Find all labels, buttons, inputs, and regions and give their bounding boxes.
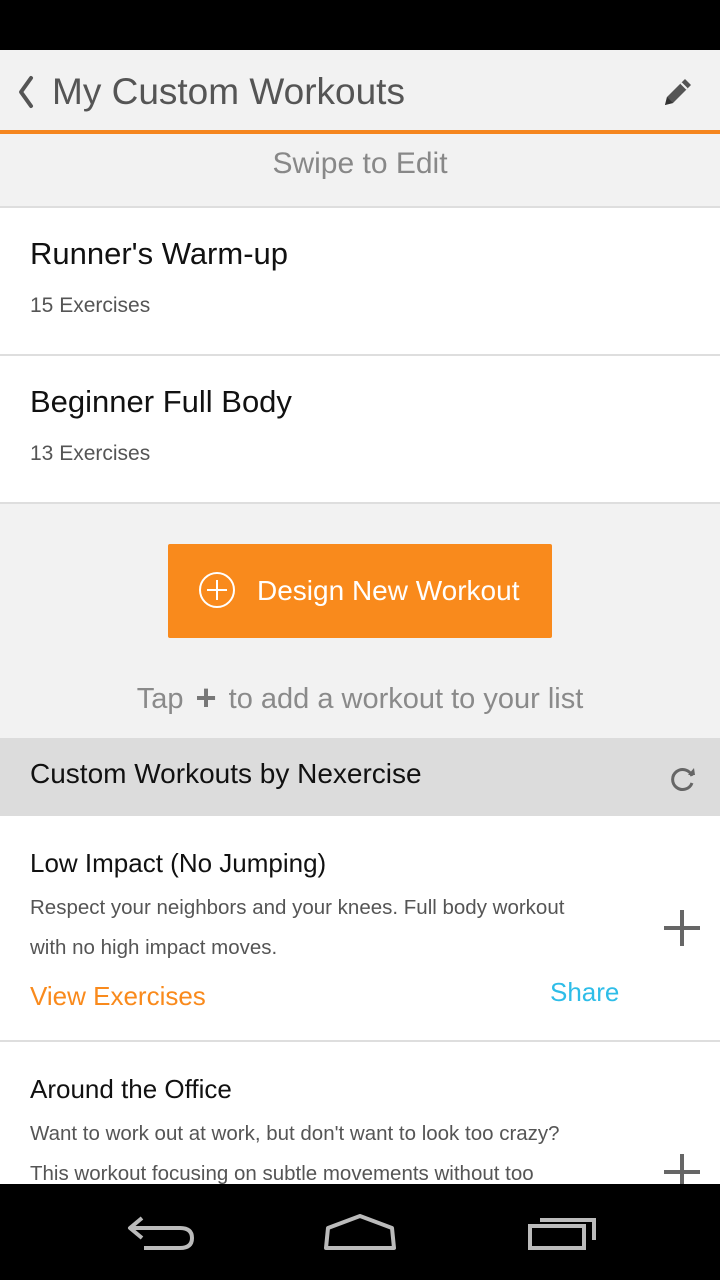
refresh-icon[interactable] (668, 764, 698, 794)
plus-circle-icon (199, 572, 235, 608)
workout-name: Runner's Warm-up (30, 236, 289, 271)
design-new-workout-button[interactable]: Design New Workout (168, 544, 552, 638)
workout-title: Low Impact (No Jumping) (30, 848, 327, 878)
navigation-bar (0, 1184, 720, 1280)
nav-recents-icon (528, 1218, 596, 1250)
workout-row[interactable]: Beginner Full Body 13 Exercises (0, 356, 720, 504)
tap-to-add-hint: Tap + to add a workout to your list (0, 678, 720, 719)
tap-hint-before: Tap (136, 683, 184, 715)
page-title: My Custom Workouts (52, 71, 405, 112)
nav-home-button[interactable] (320, 1204, 400, 1260)
status-bar (0, 0, 720, 50)
workout-title: Around the Office (30, 1074, 232, 1104)
workout-row[interactable]: Runner's Warm-up 15 Exercises (0, 208, 720, 356)
nav-recents-button[interactable] (522, 1204, 602, 1260)
workout-name: Beginner Full Body (30, 384, 292, 419)
app-bar: My Custom Workouts (0, 50, 720, 134)
section-header: Custom Workouts by Nexercise (0, 738, 720, 816)
workout-description-line: with no high impact moves. (30, 936, 278, 959)
plus-icon[interactable] (660, 1150, 704, 1184)
back-chevron-icon (19, 76, 33, 108)
design-new-workout-label: Design New Workout (257, 575, 520, 606)
nav-back-icon (128, 1216, 195, 1250)
pencil-icon (665, 79, 691, 105)
workout-exercise-count: 13 Exercises (30, 442, 151, 465)
plus-icon: + (195, 677, 217, 718)
nav-home-icon (324, 1214, 396, 1250)
workout-description-line: This workout focusing on subtle movement… (30, 1162, 534, 1184)
plus-icon[interactable] (660, 906, 704, 950)
tap-hint-after: to add a workout to your list (228, 683, 584, 715)
share-link[interactable]: Share (550, 977, 619, 1008)
section-title: Custom Workouts by Nexercise (30, 758, 422, 789)
workout-description-line: Want to work out at work, but don't want… (30, 1122, 560, 1145)
nexercise-workout-card: Around the Office Want to work out at wo… (0, 1042, 720, 1184)
nav-back-button[interactable] (120, 1204, 200, 1260)
nexercise-workout-card: Low Impact (No Jumping) Respect your nei… (0, 816, 720, 1042)
view-exercises-link[interactable]: View Exercises (30, 981, 206, 1012)
screen: My Custom Workouts Swipe to Edit Runner'… (0, 50, 720, 1184)
swipe-to-edit-hint: Swipe to Edit (0, 138, 720, 208)
workout-description-line: Respect your neighbors and your knees. F… (30, 896, 565, 919)
back-button[interactable] (10, 68, 42, 116)
edit-button[interactable] (656, 70, 700, 114)
workout-exercise-count: 15 Exercises (30, 294, 151, 317)
